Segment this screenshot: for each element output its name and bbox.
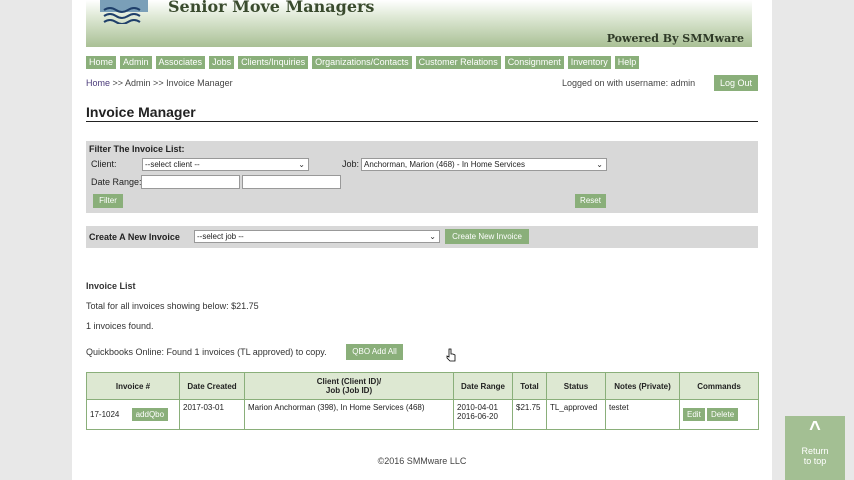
create-invoice-label: Create A New Invoice bbox=[89, 232, 180, 242]
date-range-label: Date Range: bbox=[91, 177, 142, 187]
job-select[interactable]: Anchorman, Marion (468) - In Home Servic… bbox=[361, 158, 607, 171]
return-to-top-button[interactable]: ^ Return to top bbox=[785, 416, 845, 480]
nav-associates[interactable]: Associates bbox=[155, 56, 206, 69]
site-header: Senior Move Managers Powered By SMMware bbox=[86, 0, 752, 47]
col-client-job: Client (Client ID)/ Job (Job ID) bbox=[244, 372, 454, 400]
invoices-found-text: 1 invoices found. bbox=[86, 321, 154, 331]
chevron-down-icon: ⌄ bbox=[596, 160, 603, 169]
invoice-total-text: Total for all invoices showing below: $2… bbox=[86, 301, 259, 311]
nav-jobs[interactable]: Jobs bbox=[209, 56, 235, 69]
col-total: Total bbox=[512, 372, 547, 400]
filter-button[interactable]: Filter bbox=[93, 194, 123, 208]
main-nav: Home Admin Associates Jobs Clients/Inqui… bbox=[86, 56, 640, 69]
col-date-range: Date Range bbox=[453, 372, 513, 400]
job-label: Job: bbox=[342, 159, 360, 169]
nav-help[interactable]: Help bbox=[614, 56, 640, 69]
table-header-row: Invoice # Date Created Client (Client ID… bbox=[86, 372, 759, 400]
client-select-value: --select client -- bbox=[145, 160, 200, 169]
brand-name: Senior Move Managers bbox=[168, 0, 375, 16]
breadcrumb: Home >> Admin >> Invoice Manager bbox=[86, 78, 233, 88]
filter-heading: Filter The Invoice List: bbox=[89, 144, 185, 154]
logout-button[interactable]: Log Out bbox=[714, 75, 758, 91]
date-end-input[interactable] bbox=[242, 175, 341, 189]
chevron-down-icon: ⌄ bbox=[429, 232, 436, 241]
chevron-up-icon: ^ bbox=[809, 418, 821, 440]
nav-customer-relations[interactable]: Customer Relations bbox=[415, 56, 501, 69]
page-title: Invoice Manager bbox=[86, 104, 758, 122]
page: Senior Move Managers Powered By SMMware … bbox=[72, 0, 772, 480]
col-notes: Notes (Private) bbox=[605, 372, 680, 400]
invoice-list-heading: Invoice List bbox=[86, 281, 136, 291]
powered-by: Powered By SMMware bbox=[606, 32, 744, 45]
nav-admin[interactable]: Admin bbox=[120, 56, 152, 69]
cell-invoice: 17-1024 addQbo bbox=[86, 399, 180, 430]
add-qbo-button[interactable]: addQbo bbox=[131, 408, 169, 421]
qbo-add-all-button[interactable]: QBO Add All bbox=[346, 344, 403, 360]
edit-button[interactable]: Edit bbox=[683, 408, 705, 421]
qbo-status-text: Quickbooks Online: Found 1 invoices (TL … bbox=[86, 347, 327, 357]
col-date-created: Date Created bbox=[179, 372, 245, 400]
breadcrumb-home-link[interactable]: Home bbox=[86, 78, 110, 88]
table-row: 17-1024 addQbo 2017-03-01 Marion Anchorm… bbox=[86, 399, 759, 430]
col-status: Status bbox=[546, 372, 606, 400]
return-to-top-line2: to top bbox=[803, 456, 827, 466]
nav-inventory[interactable]: Inventory bbox=[567, 56, 611, 69]
cell-notes: testet bbox=[605, 399, 680, 430]
job-select-value: Anchorman, Marion (468) - In Home Servic… bbox=[364, 160, 525, 169]
cell-commands: Edit Delete bbox=[679, 399, 759, 430]
cell-total: $21.75 bbox=[512, 399, 547, 430]
date-start-input[interactable] bbox=[141, 175, 240, 189]
reset-button[interactable]: Reset bbox=[575, 194, 606, 208]
date-range-end: 2016-06-20 bbox=[457, 412, 498, 421]
nav-home[interactable]: Home bbox=[86, 56, 117, 69]
login-status: Logged on with username: admin bbox=[562, 78, 696, 88]
invoice-number: 17-1024 bbox=[90, 410, 120, 419]
col-job-label: Job (Job ID) bbox=[325, 386, 373, 395]
nav-clients-inquiries[interactable]: Clients/Inquiries bbox=[238, 56, 309, 69]
cell-date-created: 2017-03-01 bbox=[179, 399, 245, 430]
create-invoice-panel: Create A New Invoice --select job -- ⌄ C… bbox=[86, 226, 758, 248]
col-commands: Commands bbox=[679, 372, 759, 400]
cell-status: TL_approved bbox=[546, 399, 606, 430]
filter-panel: Filter The Invoice List: Client: --selec… bbox=[86, 141, 758, 213]
create-new-invoice-button[interactable]: Create New Invoice bbox=[445, 229, 529, 244]
nav-consignment[interactable]: Consignment bbox=[504, 56, 564, 69]
col-client-label: Client (Client ID)/ bbox=[316, 377, 382, 386]
create-job-select[interactable]: --select job -- ⌄ bbox=[194, 230, 440, 243]
client-label: Client: bbox=[91, 159, 117, 169]
mouse-cursor-icon bbox=[446, 348, 456, 362]
cell-date-range: 2010-04-01 2016-06-20 bbox=[453, 399, 513, 430]
footer-copyright: ©2016 SMMware LLC bbox=[377, 456, 467, 466]
logo-icon bbox=[100, 0, 148, 24]
breadcrumb-trail: >> Admin >> Invoice Manager bbox=[112, 78, 233, 88]
date-range-start: 2010-04-01 bbox=[457, 403, 498, 412]
cell-client-job: Marion Anchorman (398), In Home Services… bbox=[244, 399, 454, 430]
delete-button[interactable]: Delete bbox=[707, 408, 739, 421]
chevron-down-icon: ⌄ bbox=[298, 160, 305, 169]
client-select[interactable]: --select client -- ⌄ bbox=[142, 158, 309, 171]
return-to-top-line1: Return bbox=[801, 446, 829, 456]
invoice-table: Invoice # Date Created Client (Client ID… bbox=[86, 372, 759, 430]
create-job-select-value: --select job -- bbox=[197, 232, 244, 241]
col-invoice-number: Invoice # bbox=[86, 372, 180, 400]
nav-organizations-contacts[interactable]: Organizations/Contacts bbox=[312, 56, 412, 69]
